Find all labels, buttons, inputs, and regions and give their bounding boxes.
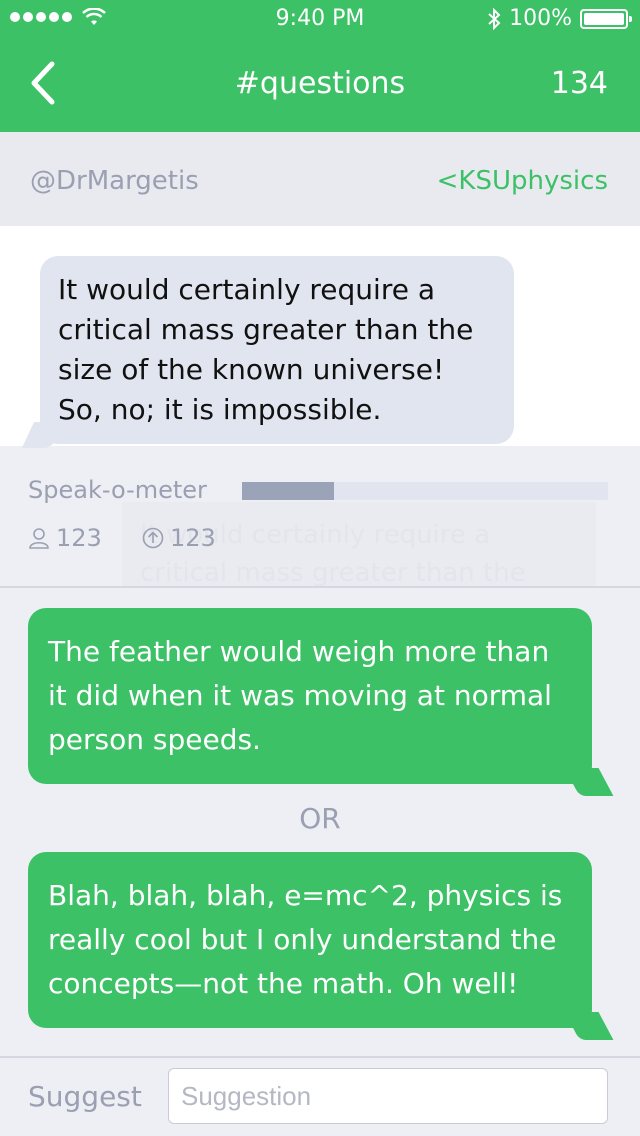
upvotes-count: 123	[170, 524, 216, 552]
upvotes-stat[interactable]: 123	[142, 524, 216, 552]
suggest-footer: Suggest	[0, 1058, 640, 1136]
speak-o-meter-section: Speak-o-meter	[0, 446, 640, 586]
battery-icon	[580, 8, 632, 29]
status-bar: 9:40 PM 100%	[0, 0, 640, 40]
battery-percent: 100%	[509, 6, 572, 31]
speak-o-meter-label: Speak-o-meter	[28, 476, 207, 504]
divider	[0, 586, 640, 588]
suggestion-input[interactable]	[168, 1068, 608, 1124]
listeners-count: 123	[56, 524, 102, 552]
author-handle[interactable]: @DrMargetis	[30, 166, 199, 196]
answer-bubble[interactable]: The feather would weigh more than it did…	[28, 608, 592, 784]
speak-o-meter-fill	[242, 482, 334, 500]
question-bubble: It would certainly require a critical ma…	[40, 256, 514, 444]
channel-link[interactable]: <KSUphysics	[437, 166, 608, 196]
suggest-label: Suggest	[28, 1080, 142, 1113]
page-title: #questions	[234, 66, 406, 101]
upvote-arrow-icon	[142, 527, 164, 549]
answer-bubble[interactable]: Blah, blah, blah, e=mc^2, physics is rea…	[28, 852, 592, 1028]
listeners-stat: 123	[28, 524, 102, 552]
or-separator: OR	[299, 802, 341, 835]
person-icon	[29, 528, 49, 549]
speak-o-meter-bar	[242, 482, 608, 500]
status-right: 100%	[487, 6, 632, 31]
question-count: 134	[550, 66, 608, 101]
bluetooth-icon	[488, 7, 501, 30]
question-meta-bar: @DrMargetis <KSUphysics	[0, 132, 640, 226]
app-header: 9:40 PM 100% #questions 134	[0, 0, 640, 132]
